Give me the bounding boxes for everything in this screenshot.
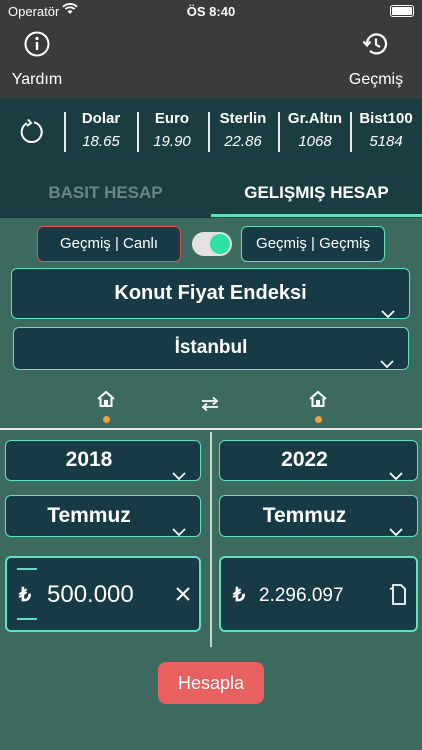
refresh-icon[interactable]	[18, 118, 46, 151]
rate-divider	[208, 112, 210, 152]
rate-value: 22.86	[224, 133, 262, 150]
city-select[interactable]: İstanbul	[13, 327, 409, 370]
amount-value: 500.000	[47, 581, 134, 608]
history-label: Geçmiş	[348, 71, 404, 88]
rate-value: 19.90	[153, 133, 191, 150]
rate-divider	[278, 112, 280, 152]
chevron-down-icon	[172, 456, 186, 494]
from-year-select[interactable]: 2018	[5, 440, 201, 481]
rate-divider	[350, 112, 352, 152]
info-icon	[8, 30, 66, 63]
calc-tabs: BASIT HESAP GELIŞMIŞ HESAP	[0, 168, 422, 218]
index-select[interactable]: Konut Fiyat Endeksi	[11, 268, 410, 319]
to-year-select[interactable]: 2022	[219, 440, 418, 481]
currency-symbol: ₺	[233, 585, 246, 606]
index-select-value: Konut Fiyat Endeksi	[114, 282, 307, 304]
clear-icon[interactable]	[175, 586, 191, 607]
battery-icon	[390, 5, 414, 17]
copy-icon[interactable]	[388, 584, 406, 611]
rate-name: Gr.Altın	[287, 110, 343, 127]
result-value: 2.296.097	[259, 585, 344, 606]
mode-past-live-button[interactable]: Geçmiş | Canlı	[37, 226, 181, 262]
chevron-down-icon	[389, 456, 403, 494]
rates-bar: Dolar 18.65 Euro 19.90 Sterlin 22.86 Gr.…	[0, 98, 422, 168]
history-icon	[346, 30, 406, 63]
indicator-dot	[314, 416, 322, 423]
top-nav: Yardım Geçmiş	[0, 22, 422, 98]
rate-value: 5184	[369, 133, 403, 150]
from-year-value: 2018	[65, 448, 113, 471]
column-divider	[210, 432, 212, 647]
rate-name: Sterlin	[219, 110, 267, 127]
tab-basic[interactable]: BASIT HESAP	[0, 168, 211, 218]
amount-input[interactable]: ₺ 500.000	[5, 556, 201, 632]
from-house-icon	[96, 390, 116, 423]
indicator-dot	[102, 416, 110, 423]
result-field: ₺ 2.296.097	[219, 556, 418, 632]
clock: ÖS 8:40	[186, 4, 236, 19]
swap-icon[interactable]	[200, 396, 220, 417]
mode-toggle[interactable]	[192, 232, 232, 256]
to-month-select[interactable]: Temmuz	[219, 495, 418, 537]
to-house-icon	[308, 390, 328, 423]
rate-divider	[64, 112, 66, 152]
input-cursor-marker	[17, 568, 37, 570]
rate-dolar: Dolar 18.65	[70, 110, 132, 150]
to-month-value: Temmuz	[262, 504, 347, 527]
chevron-down-icon	[380, 344, 394, 384]
active-tab-indicator	[211, 214, 422, 217]
to-year-value: 2022	[281, 448, 328, 471]
help-button[interactable]: Yardım	[8, 30, 66, 89]
rate-gram-gold: Gr.Altın 1068	[283, 110, 347, 150]
rate-sterlin: Sterlin 22.86	[212, 110, 274, 150]
calculate-button[interactable]: Hesapla	[158, 662, 264, 704]
from-month-select[interactable]: Temmuz	[5, 495, 201, 537]
rate-name: Bist100	[359, 110, 413, 127]
chevron-down-icon	[389, 511, 403, 550]
rate-divider	[137, 112, 139, 152]
mode-past-past-button[interactable]: Geçmiş | Geçmiş	[241, 226, 385, 262]
rate-bist100: Bist100 5184	[354, 110, 418, 150]
input-cursor-marker	[17, 618, 37, 620]
from-month-value: Temmuz	[47, 504, 131, 527]
city-select-value: İstanbul	[174, 337, 248, 358]
rate-name: Dolar	[81, 110, 121, 127]
rate-euro: Euro 19.90	[141, 110, 203, 150]
tab-advanced[interactable]: GELIŞMIŞ HESAP	[211, 168, 422, 218]
currency-symbol: ₺	[19, 585, 32, 606]
toggle-knob	[210, 234, 230, 254]
rate-value: 18.65	[82, 133, 120, 150]
rate-value: 1068	[298, 133, 332, 150]
history-button[interactable]: Geçmiş	[346, 30, 406, 89]
chevron-down-icon	[172, 511, 186, 550]
status-bar: Operatör ÖS 8:40	[0, 0, 422, 22]
rate-name: Euro	[154, 110, 190, 127]
section-divider	[0, 428, 422, 430]
help-label: Yardım	[11, 71, 63, 88]
